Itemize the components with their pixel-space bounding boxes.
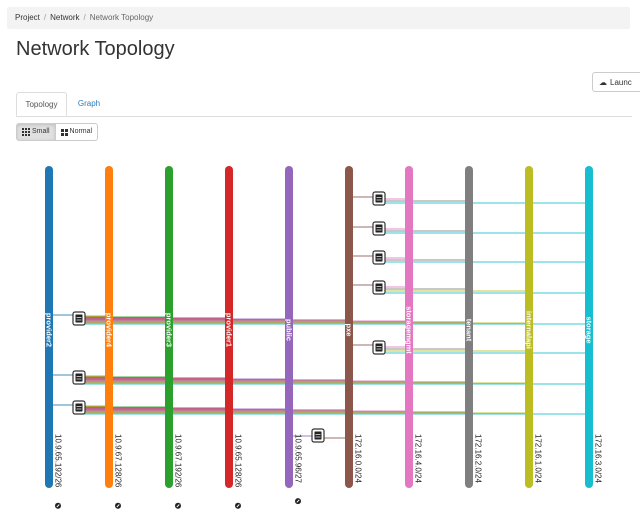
- server-icon-body: [375, 194, 383, 203]
- connection-lines: [49, 196, 589, 439]
- network-storagemgmt[interactable]: storagemgmt 172.16.4.0/24: [405, 166, 423, 488]
- server-device[interactable]: [372, 221, 386, 236]
- network-cidr-label: 172.16.1.0/24: [534, 434, 543, 483]
- network-cidr-label: 10.9.65.128/26: [234, 434, 243, 488]
- network-name-label: storagemgmt: [405, 306, 414, 354]
- server-device[interactable]: [372, 340, 386, 355]
- network-tenant[interactable]: tenant 172.16.2.0/24: [465, 166, 483, 488]
- network-cidr-label: 10.9.67.128/26: [114, 434, 123, 488]
- network-provider4[interactable]: provider4 10.9.67.128/26: [105, 166, 123, 509]
- network-internalapi[interactable]: internalapi 172.16.1.0/24: [525, 166, 543, 488]
- server-icon-body: [75, 314, 83, 323]
- network-name-label: provider4: [105, 313, 114, 348]
- network-name-label: public: [285, 319, 294, 341]
- network-name-label: pxe: [345, 324, 354, 337]
- network-name-label: provider3: [165, 313, 174, 347]
- server-device[interactable]: [72, 400, 86, 415]
- server-device[interactable]: [72, 311, 86, 326]
- server-icon-body: [375, 343, 383, 352]
- network-storage[interactable]: storage 172.16.3.0/24: [585, 166, 603, 488]
- server-icon-body: [314, 431, 322, 440]
- server-device[interactable]: [72, 370, 86, 385]
- network-name-label: tenant: [465, 319, 474, 342]
- network-provider3[interactable]: provider3 10.9.67.192/26: [165, 166, 183, 509]
- network-cidr-label: 10.9.65.96/27: [294, 434, 303, 483]
- network-cidr-label: 172.16.2.0/24: [474, 434, 483, 483]
- server-icon-body: [375, 224, 383, 233]
- network-cidr-label: 10.9.65.192/26: [54, 434, 63, 488]
- server-device[interactable]: [372, 250, 386, 265]
- network-public[interactable]: public 10.9.65.96/27: [285, 166, 303, 505]
- network-cidr-label: 172.16.4.0/24: [414, 434, 423, 483]
- server-device[interactable]: [372, 280, 386, 295]
- network-cidr-label: 10.9.67.192/26: [174, 434, 183, 488]
- server-device[interactable]: [372, 191, 386, 206]
- network-pxe[interactable]: pxe 172.16.0.0/24: [345, 166, 363, 488]
- network-name-label: storage: [585, 316, 594, 343]
- network-cidr-label: 172.16.0.0/24: [354, 434, 363, 483]
- network-name-label: provider1: [225, 313, 234, 347]
- server-icon-body: [375, 283, 383, 292]
- server-device[interactable]: [311, 428, 325, 443]
- network-name-label: internalapi: [525, 311, 534, 349]
- network-topology-canvas: provider2 10.9.65.192/26 provider4 10.9.67.…: [45, 166, 603, 509]
- server-icon-body: [75, 403, 83, 412]
- network-name-label: provider2: [45, 313, 54, 347]
- network-provider1[interactable]: provider1 10.9.65.128/26: [225, 166, 243, 509]
- server-icon-body: [375, 253, 383, 262]
- network-provider2[interactable]: provider2 10.9.65.192/26: [45, 166, 63, 509]
- server-icon-body: [75, 373, 83, 382]
- network-cidr-label: 172.16.3.0/24: [594, 434, 603, 483]
